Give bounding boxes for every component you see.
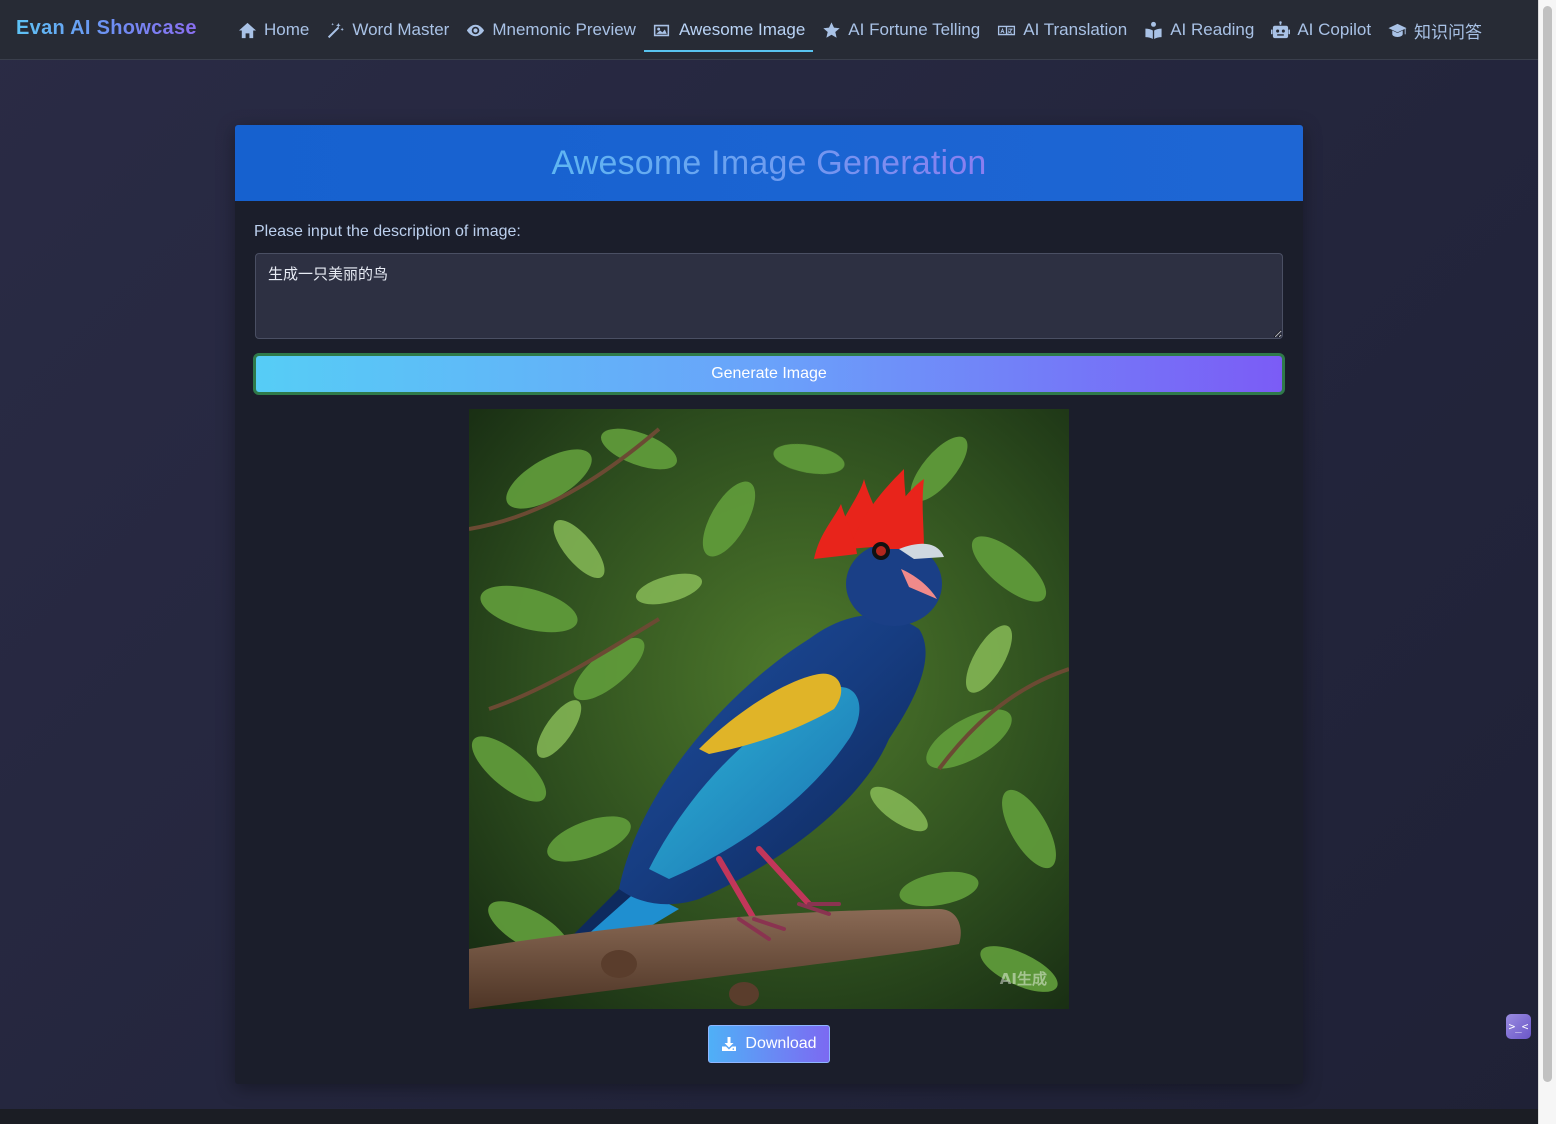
description-label: Please input the description of image: bbox=[254, 223, 521, 240]
nav-item-ai-translation[interactable]: AI Translation bbox=[988, 0, 1135, 60]
download-label: Download bbox=[745, 1035, 817, 1052]
nav-item-awesome-image[interactable]: Awesome Image bbox=[643, 0, 814, 60]
robot-icon bbox=[1270, 20, 1290, 40]
graduation-cap-icon bbox=[1387, 20, 1407, 40]
generate-image-button[interactable]: Generate Image bbox=[253, 353, 1285, 395]
image-generation-card: Awesome Image Generation Please input th… bbox=[235, 125, 1303, 1084]
download-icon bbox=[721, 1036, 737, 1052]
nav-item-ai-reading[interactable]: AI Reading bbox=[1135, 0, 1262, 60]
nav-item-knowledge-qa[interactable]: 知识问答 bbox=[1379, 0, 1490, 60]
image-icon bbox=[652, 20, 672, 40]
nav-menu: Home Word Master Mnemonic Preview Awesom… bbox=[229, 0, 1490, 60]
nav-item-home[interactable]: Home bbox=[229, 0, 317, 60]
page-scrollbar[interactable] bbox=[1538, 0, 1556, 1124]
nav-item-label: Awesome Image bbox=[678, 20, 806, 39]
nav-item-label: AI Translation bbox=[1023, 20, 1128, 39]
star-icon bbox=[821, 20, 841, 40]
nav-item-label: AI Copilot bbox=[1297, 20, 1372, 39]
nav-item-ai-copilot[interactable]: AI Copilot bbox=[1262, 0, 1379, 60]
magic-wand-icon bbox=[325, 20, 345, 40]
top-navbar: Evan AI Showcase Home Word Master Mnemon… bbox=[0, 0, 1538, 60]
page-title: Awesome Image Generation bbox=[551, 143, 987, 182]
home-icon bbox=[237, 20, 257, 40]
bird-illustration bbox=[469, 409, 1069, 1009]
ai-generated-watermark: AI生成 bbox=[999, 970, 1047, 988]
nav-item-label: AI Fortune Telling bbox=[848, 20, 981, 39]
generated-image: AI生成 bbox=[469, 409, 1069, 1009]
card-header: Awesome Image Generation bbox=[235, 125, 1303, 201]
eye-icon bbox=[465, 20, 485, 40]
nav-item-label: Mnemonic Preview bbox=[492, 20, 636, 39]
nav-item-word-master[interactable]: Word Master bbox=[317, 0, 457, 60]
scrollbar-thumb[interactable] bbox=[1543, 6, 1552, 1082]
bottom-bar bbox=[0, 1109, 1538, 1124]
nav-item-label: Word Master bbox=[352, 20, 450, 39]
nav-item-mnemonic-preview[interactable]: Mnemonic Preview bbox=[457, 0, 644, 60]
nav-item-label: AI Reading bbox=[1170, 20, 1255, 39]
description-input[interactable] bbox=[255, 253, 1283, 339]
brand-logo[interactable]: Evan AI Showcase bbox=[16, 17, 197, 40]
download-button[interactable]: Download bbox=[708, 1025, 830, 1063]
language-icon bbox=[996, 20, 1016, 40]
nav-item-label: 知识问答 bbox=[1414, 22, 1483, 42]
assistant-face-icon[interactable]: >_< bbox=[1506, 1014, 1531, 1039]
nav-item-ai-fortune-telling[interactable]: AI Fortune Telling bbox=[813, 0, 988, 60]
book-reader-icon bbox=[1143, 20, 1163, 40]
nav-item-label: Home bbox=[264, 20, 310, 39]
